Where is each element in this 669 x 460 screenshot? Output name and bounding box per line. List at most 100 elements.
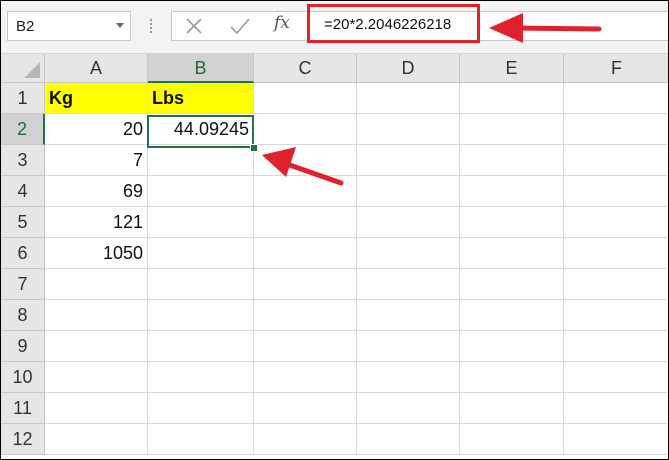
cell-empty[interactable]	[460, 393, 564, 424]
cell-empty[interactable]	[460, 300, 564, 331]
cell-empty[interactable]	[460, 207, 564, 238]
cell-empty[interactable]	[564, 362, 668, 393]
excel-window: B2 fx =20*2.2046226218 A B C D E F 1 2 3…	[0, 0, 669, 460]
fill-handle[interactable]	[250, 144, 258, 152]
cell-empty[interactable]	[357, 331, 460, 362]
cell-empty[interactable]	[460, 176, 564, 207]
cell-empty[interactable]	[357, 300, 460, 331]
row-header-5[interactable]: 5	[1, 207, 45, 238]
cell-empty[interactable]	[254, 207, 357, 238]
cell-empty[interactable]	[357, 83, 460, 114]
column-header-a[interactable]: A	[45, 54, 148, 83]
chevron-down-icon[interactable]	[116, 23, 124, 28]
row-header-8[interactable]: 8	[1, 300, 45, 331]
cell-empty[interactable]	[254, 393, 357, 424]
cell-b2[interactable]: 44.09245	[148, 114, 254, 145]
cell-empty[interactable]	[357, 207, 460, 238]
cell-empty[interactable]	[148, 176, 254, 207]
cell-empty[interactable]	[254, 331, 357, 362]
cell-a2[interactable]: 20	[45, 114, 148, 145]
cell-empty[interactable]	[148, 393, 254, 424]
cell-a4[interactable]: 69	[45, 176, 148, 207]
cell-a1[interactable]: Kg	[45, 83, 148, 114]
column-header-c[interactable]: C	[254, 54, 357, 83]
cell-empty[interactable]	[254, 238, 357, 269]
row-header-12[interactable]: 12	[1, 424, 45, 455]
cell-empty[interactable]	[564, 114, 668, 145]
row-header-11[interactable]: 11	[1, 393, 45, 424]
cell-empty[interactable]	[357, 114, 460, 145]
cell-empty[interactable]	[460, 269, 564, 300]
cell-empty[interactable]	[148, 300, 254, 331]
cell-empty[interactable]	[254, 362, 357, 393]
cell-a6[interactable]: 1050	[45, 238, 148, 269]
cell-empty[interactable]	[254, 145, 357, 176]
cell-empty[interactable]	[460, 424, 564, 455]
cell-empty[interactable]	[148, 145, 254, 176]
column-header-d[interactable]: D	[357, 54, 460, 83]
cell-empty[interactable]	[564, 424, 668, 455]
cell-empty[interactable]	[254, 424, 357, 455]
cell-empty[interactable]	[357, 145, 460, 176]
cell-empty[interactable]	[254, 83, 357, 114]
cell-empty[interactable]	[564, 331, 668, 362]
cell-empty[interactable]	[148, 207, 254, 238]
column-header-e[interactable]: E	[460, 54, 564, 83]
cell-empty[interactable]	[564, 145, 668, 176]
cell-empty[interactable]	[564, 176, 668, 207]
row-header-10[interactable]: 10	[1, 362, 45, 393]
cell-empty[interactable]	[148, 269, 254, 300]
row-header-6[interactable]: 6	[1, 238, 45, 269]
insert-function-icon[interactable]: fx	[274, 13, 290, 33]
cell-empty[interactable]	[564, 238, 668, 269]
cell-empty[interactable]	[460, 362, 564, 393]
cell-empty[interactable]	[254, 269, 357, 300]
cell-empty[interactable]	[254, 176, 357, 207]
cell-empty[interactable]	[45, 331, 148, 362]
cell-empty[interactable]	[357, 424, 460, 455]
cell-empty[interactable]	[564, 393, 668, 424]
row-header-4[interactable]: 4	[1, 176, 45, 207]
row-header-9[interactable]: 9	[1, 331, 45, 362]
cell-empty[interactable]	[564, 207, 668, 238]
drag-handle-icon[interactable]	[149, 17, 153, 35]
cell-empty[interactable]	[460, 238, 564, 269]
cell-empty[interactable]	[357, 362, 460, 393]
cell-empty[interactable]	[148, 238, 254, 269]
cell-a3[interactable]: 7	[45, 145, 148, 176]
cell-empty[interactable]	[357, 393, 460, 424]
cell-empty[interactable]	[45, 269, 148, 300]
cell-empty[interactable]	[460, 114, 564, 145]
cell-empty[interactable]	[45, 362, 148, 393]
column-header-b[interactable]: B	[148, 54, 254, 83]
cell-empty[interactable]	[460, 83, 564, 114]
column-header-f[interactable]: F	[564, 54, 668, 83]
row-header-2[interactable]: 2	[1, 114, 45, 145]
select-all-button[interactable]	[1, 54, 45, 83]
cell-empty[interactable]	[564, 300, 668, 331]
cell-empty[interactable]	[357, 238, 460, 269]
cell-empty[interactable]	[460, 331, 564, 362]
formula-annotation-box	[307, 4, 480, 43]
cell-empty[interactable]	[254, 300, 357, 331]
cell-empty[interactable]	[564, 269, 668, 300]
cell-empty[interactable]	[357, 176, 460, 207]
name-box[interactable]: B2	[7, 11, 131, 41]
cell-empty[interactable]	[357, 269, 460, 300]
cell-empty[interactable]	[148, 424, 254, 455]
row-header-3[interactable]: 3	[1, 145, 45, 176]
cell-empty[interactable]	[45, 393, 148, 424]
cell-empty[interactable]	[148, 331, 254, 362]
row-header-1[interactable]: 1	[1, 83, 45, 114]
cell-empty[interactable]	[148, 362, 254, 393]
cell-empty[interactable]	[45, 424, 148, 455]
cell-empty[interactable]	[45, 300, 148, 331]
cell-b1[interactable]: Lbs	[148, 83, 254, 114]
cancel-icon[interactable]	[184, 16, 204, 36]
cell-empty[interactable]	[254, 114, 357, 145]
cell-empty[interactable]	[564, 83, 668, 114]
cell-a5[interactable]: 121	[45, 207, 148, 238]
enter-check-icon[interactable]	[229, 16, 251, 36]
cell-empty[interactable]	[460, 145, 564, 176]
row-header-7[interactable]: 7	[1, 269, 45, 300]
